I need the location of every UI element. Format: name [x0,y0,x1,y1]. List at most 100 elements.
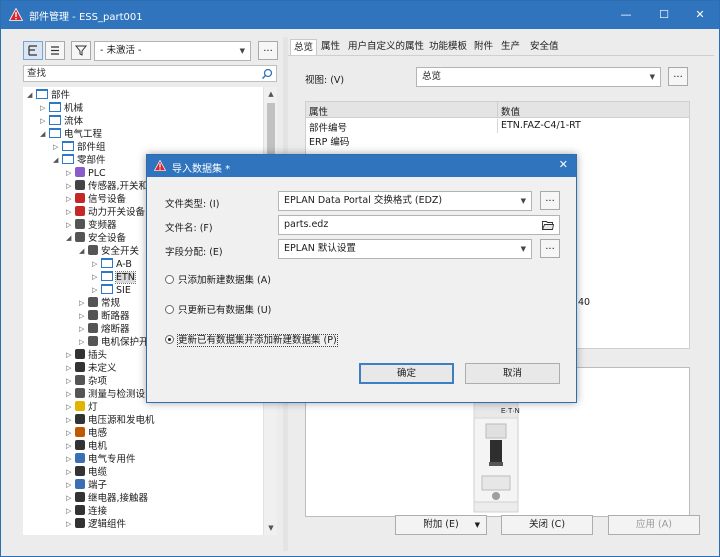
tree-node[interactable]: ▷ 电压源和发电机 [66,414,155,427]
file-name-field[interactable]: parts.edz [278,215,560,235]
expand-icon[interactable]: ▷ [79,297,88,310]
expand-icon[interactable]: ▷ [66,479,75,492]
cancel-button[interactable]: 取消 [465,363,560,384]
field-assignment-select[interactable]: EPLAN 默认设置 ▼ [278,239,532,259]
collapse-icon[interactable]: ◢ [40,128,49,141]
open-folder-icon[interactable] [542,220,554,230]
expand-icon[interactable]: ▷ [66,401,75,414]
option-update-and-add[interactable]: 更新已有数据集并添加新建数据集 (P) [165,334,338,347]
tree-node[interactable]: ◢ 电气工程 [40,128,102,141]
filter-select[interactable]: - 未激活 - ▼ [94,41,251,61]
tree-node[interactable]: ▷ 机械 [40,102,83,115]
expand-icon[interactable]: ▷ [79,310,88,323]
expand-icon[interactable]: ▷ [92,258,101,271]
tree-node[interactable]: ▷ 变频器 [66,219,117,232]
tree-node[interactable]: ▷ 连接 [66,505,107,518]
expand-icon[interactable]: ▷ [66,388,75,401]
tree-node[interactable]: ▷ 灯 [66,401,98,414]
tab-attachments[interactable]: 附件 [471,39,496,56]
expand-icon[interactable]: ▷ [66,206,75,219]
tree-node[interactable]: ▷ 继电器,接触器 [66,492,148,505]
tree-node[interactable]: ▷ 测量与检测设 [66,388,145,401]
expand-icon[interactable]: ▷ [66,362,75,375]
expand-icon[interactable]: ▷ [53,141,62,154]
tree-node[interactable]: ◢ 安全设备 [66,232,126,245]
expand-icon[interactable]: ▷ [66,180,75,193]
file-type-select[interactable]: EPLAN Data Portal 交换格式 (EDZ) ▼ [278,191,532,211]
tree-node[interactable]: ▷ 电机 [66,440,107,453]
tree-node[interactable]: ▷ PLC [66,167,106,180]
view-select[interactable]: 总览 ▼ [416,67,661,87]
grid-row[interactable]: 部件编号 ETN.FAZ-C4/1-RT [306,119,689,134]
expand-icon[interactable]: ▷ [66,193,75,206]
expand-icon[interactable]: ▷ [40,115,49,128]
expand-icon[interactable]: ▷ [66,219,75,232]
search-input[interactable]: 查找 [23,65,277,82]
scroll-down-icon[interactable]: ▼ [264,521,278,535]
tree-node[interactable]: ▷ 信号设备 [66,193,126,206]
ok-button[interactable]: 确定 [359,363,454,384]
tab-user-defined-properties[interactable]: 用户自定义的属性 [345,39,427,56]
expand-icon[interactable]: ▷ [66,427,75,440]
expand-icon[interactable]: ▷ [40,102,49,115]
grid-row[interactable]: ERP 编码 [306,133,689,148]
expand-icon[interactable]: ▷ [79,323,88,336]
tree-node[interactable]: ▷ SIE [92,284,131,297]
tree-node[interactable]: ▷ 逻辑组件 [66,518,126,531]
tree-node[interactable]: ▷ 流体 [40,115,83,128]
apply-button[interactable]: 应用 (A) [608,515,700,535]
tree-node[interactable]: ▷ 传感器,开关和 [66,180,148,193]
tree-node[interactable]: ◢ 部件 [27,89,70,102]
tree-node[interactable]: ▷ ETN [92,271,136,284]
tree-node[interactable]: ▷ 断路器 [79,310,130,323]
close-button[interactable]: 关闭 (C) [501,515,593,535]
expand-icon[interactable]: ▷ [66,440,75,453]
expand-icon[interactable]: ▷ [79,336,88,349]
field-assignment-more-button[interactable]: ... [540,239,560,258]
expand-icon[interactable]: ▷ [66,375,75,388]
close-icon[interactable]: ✕ [559,158,568,171]
tree-node[interactable]: ◢ 安全开关 [79,245,139,258]
tree-node[interactable]: ▷ 熔断器 [79,323,130,336]
option-update-existing-only[interactable]: 只更新已有数据集 (U) [165,305,271,317]
tree-node[interactable]: ▷ 电感 [66,427,107,440]
tree-view-button[interactable] [23,41,43,60]
expand-icon[interactable]: ▷ [66,466,75,479]
search-icon[interactable] [261,68,273,80]
filter-more-button[interactable]: ... [258,41,278,60]
collapse-icon[interactable]: ◢ [79,245,88,258]
tree-node[interactable]: ▷ 常规 [79,297,120,310]
collapse-icon[interactable]: ◢ [66,232,75,245]
collapse-icon[interactable]: ◢ [27,89,36,102]
tree-node[interactable]: ▷ A-B [92,258,132,271]
expand-icon[interactable]: ▷ [92,284,101,297]
tree-node[interactable]: ▷ 未定义 [66,362,117,375]
expand-icon[interactable]: ▷ [66,492,75,505]
expand-icon[interactable]: ▷ [66,167,75,180]
file-type-more-button[interactable]: ... [540,191,560,210]
collapse-icon[interactable]: ◢ [53,154,62,167]
window-close-button[interactable]: ✕ [681,1,719,29]
list-view-button[interactable] [45,41,65,60]
tree-node[interactable]: ▷ 杂项 [66,375,107,388]
scroll-up-icon[interactable]: ▲ [264,87,278,101]
tree-node[interactable]: ▷ 电缆 [66,466,107,479]
view-more-button[interactable]: ... [668,67,688,86]
tab-overview[interactable]: 总览 [290,39,318,56]
expand-icon[interactable]: ▷ [92,271,101,284]
tree-node[interactable]: ◢ 零部件 [53,154,106,167]
tree-node[interactable]: ▷ 插头 [66,349,107,362]
tree-node[interactable]: ▷ 动力开关设备 [66,206,145,219]
expand-icon[interactable]: ▷ [66,518,75,531]
filter-button[interactable] [71,41,91,60]
tab-function-templates[interactable]: 功能模板 [426,39,470,56]
expand-icon[interactable]: ▷ [66,453,75,466]
option-add-new-only[interactable]: 只添加新建数据集 (A) [165,275,271,287]
maximize-button[interactable]: ☐ [645,1,683,29]
expand-icon[interactable]: ▷ [66,349,75,362]
tree-node[interactable]: ▷ 电气专用件 [66,453,136,466]
expand-icon[interactable]: ▷ [66,414,75,427]
attach-button[interactable]: 附加 (E) ▼ [395,515,487,535]
tab-safety-values[interactable]: 安全值 [527,39,562,56]
tab-properties[interactable]: 属性 [318,39,343,56]
